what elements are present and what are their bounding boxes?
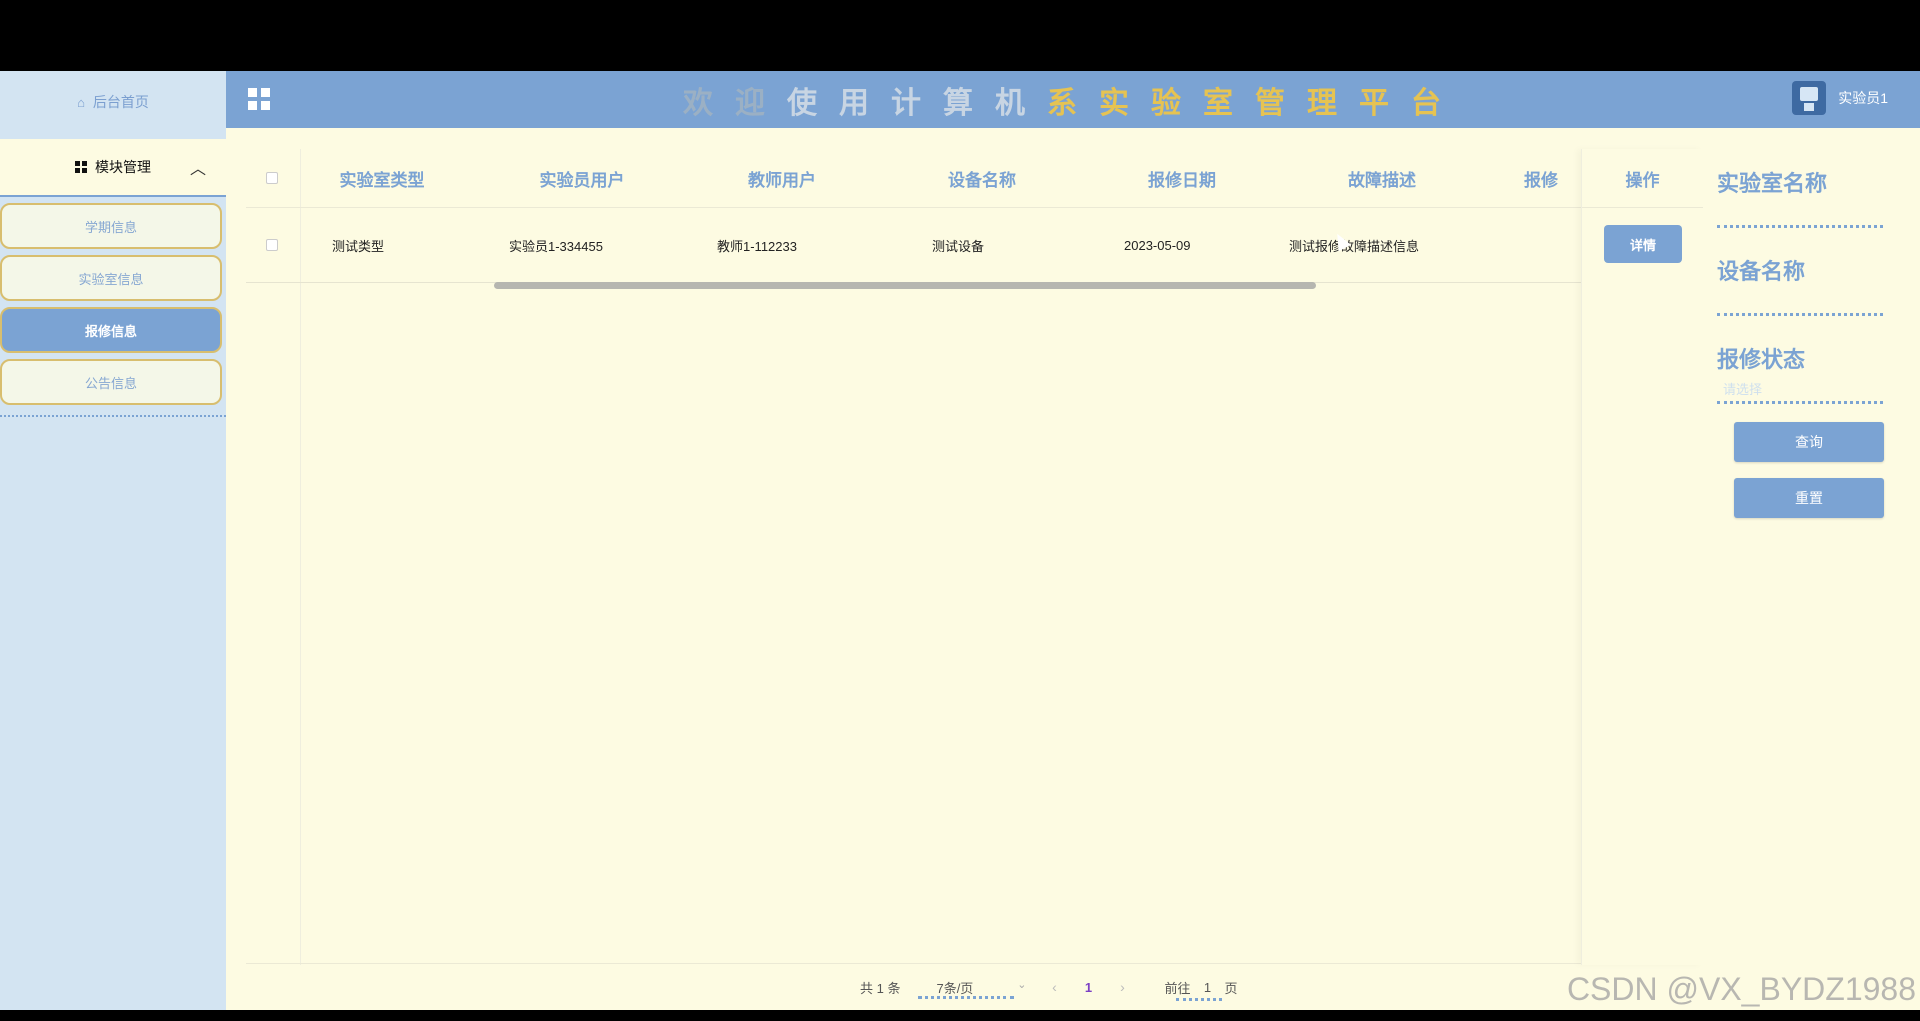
device-name-input[interactable]: [1717, 288, 1883, 316]
column-header-repair-date[interactable]: 报修日期: [1102, 149, 1262, 207]
action-column: 操作 详情: [1581, 149, 1703, 965]
column-header-repair-status[interactable]: 报修: [1502, 149, 1582, 207]
pagination: 共 1 条 7条/页 ⌄ ‹ 1 › 前往 1 页: [860, 975, 1238, 1001]
cell-repair-date: 2023-05-09: [1124, 237, 1191, 253]
sidebar-item-semester[interactable]: 学期信息: [0, 203, 222, 249]
column-header-lab-staff[interactable]: 实验员用户: [502, 149, 662, 207]
row-checkbox[interactable]: [266, 239, 278, 251]
column-header-action: 操作: [1582, 149, 1703, 208]
table-bottom-border: [246, 963, 1702, 964]
cell-lab-staff: 实验员1-334455: [509, 238, 603, 254]
next-page-button[interactable]: ›: [1110, 979, 1134, 995]
detail-button[interactable]: 详情: [1604, 225, 1682, 263]
goto-prefix: 前往: [1164, 980, 1191, 996]
repair-status-label: 报修状态: [1717, 347, 1806, 372]
horizontal-scrollbar[interactable]: [494, 282, 1316, 289]
top-letterbox: [0, 0, 1920, 71]
lab-name-input[interactable]: [1717, 200, 1883, 228]
repair-status-select[interactable]: 请选择: [1717, 376, 1883, 404]
sidebar-item-label: 报修信息: [84, 323, 137, 339]
sidebar-module-group[interactable]: 模块管理 ︿: [0, 139, 226, 197]
select-all-checkbox[interactable]: [266, 172, 278, 184]
chevron-down-icon: ⌄: [1017, 978, 1027, 991]
goto-page-input[interactable]: 1: [1176, 979, 1224, 1001]
sidebar: ⌂ 后台首页 模块管理 ︿ 学期信息 实验室信息 报修信息 公告信息: [0, 71, 226, 1010]
user-menu[interactable]: 实验员1: [1792, 81, 1888, 115]
cell-device-name: 测试设备: [932, 238, 985, 254]
sidebar-item-label: 学期信息: [84, 219, 137, 235]
chevron-up-icon: ︿: [189, 161, 206, 178]
sidebar-item-label: 实验室信息: [78, 271, 144, 287]
column-header-lab-type[interactable]: 实验室类型: [302, 149, 462, 207]
app-window: ⌂ 后台首页 模块管理 ︿ 学期信息 实验室信息 报修信息 公告信息 欢迎 使用…: [0, 71, 1920, 1010]
title-part-2: 使用计算机: [787, 86, 1047, 120]
column-header-fault-desc[interactable]: 故障描述: [1302, 149, 1462, 207]
avatar: [1792, 81, 1827, 115]
watermark: CSDN @VX_BYDZ1988: [1566, 971, 1916, 1007]
page-size-value: 7条/页: [936, 980, 974, 996]
page-number-current[interactable]: 1: [1066, 979, 1111, 995]
title-part-1: 欢迎: [683, 86, 787, 120]
column-header-device-name[interactable]: 设备名称: [902, 149, 1062, 207]
sidebar-item-lab[interactable]: 实验室信息: [0, 255, 222, 301]
grid-icon: [75, 161, 87, 173]
page-size-underline: [918, 995, 1015, 999]
cell-teacher: 教师1-112233: [717, 238, 797, 254]
sidebar-module-label: 模块管理: [95, 159, 151, 175]
goto-suffix: 页: [1224, 980, 1238, 996]
device-name-label: 设备名称: [1717, 259, 1806, 284]
pagination-total: 共 1 条: [860, 980, 901, 996]
column-header-teacher[interactable]: 教师用户: [702, 149, 862, 207]
page-title: 欢迎 使用计算机 系实验室管理平台: [226, 71, 1920, 128]
prev-page-button[interactable]: ‹: [1042, 979, 1066, 995]
bottom-letterbox: [0, 1010, 1920, 1021]
sidebar-home-label: 后台首页: [92, 94, 149, 110]
goto-page-value: 1: [1203, 979, 1212, 995]
home-icon: ⌂: [77, 94, 85, 110]
cell-fault-desc: 测试报修故障描述信息: [1289, 238, 1420, 254]
repair-table: 实验室类型 实验员用户 教师用户 设备名称 报修日期 故障描述 报修 测试类型 …: [246, 149, 1703, 965]
username: 实验员1: [1838, 90, 1888, 106]
title-part-3: 系实验室管理平台: [1047, 86, 1463, 120]
page-size-select[interactable]: 7条/页 ⌄: [918, 978, 1026, 999]
header: 欢迎 使用计算机 系实验室管理平台 实验员1: [226, 71, 1920, 128]
table-header: 实验室类型 实验员用户 教师用户 设备名称 报修日期 故障描述 报修: [246, 149, 1702, 208]
reset-button[interactable]: 重置: [1734, 478, 1884, 518]
sidebar-divider: [0, 415, 226, 417]
sidebar-item-repair[interactable]: 报修信息: [0, 307, 222, 353]
table-row[interactable]: 测试类型 实验员1-334455 教师1-112233 测试设备 2023-05…: [246, 208, 1702, 283]
sidebar-home[interactable]: ⌂ 后台首页: [0, 71, 226, 133]
search-panel: 实验室名称 设备名称 报修状态 请选择 查询 重置: [1717, 166, 1887, 534]
query-button[interactable]: 查询: [1734, 422, 1884, 462]
sidebar-item-notice[interactable]: 公告信息: [0, 359, 222, 405]
row-checkbox-cell: [266, 208, 278, 282]
goto-input-underline: [1176, 997, 1223, 1001]
lab-name-label: 实验室名称: [1717, 171, 1828, 196]
select-all-checkbox-cell: [266, 149, 278, 207]
sidebar-item-label: 公告信息: [84, 375, 137, 391]
cell-lab-type: 测试类型: [332, 238, 385, 254]
